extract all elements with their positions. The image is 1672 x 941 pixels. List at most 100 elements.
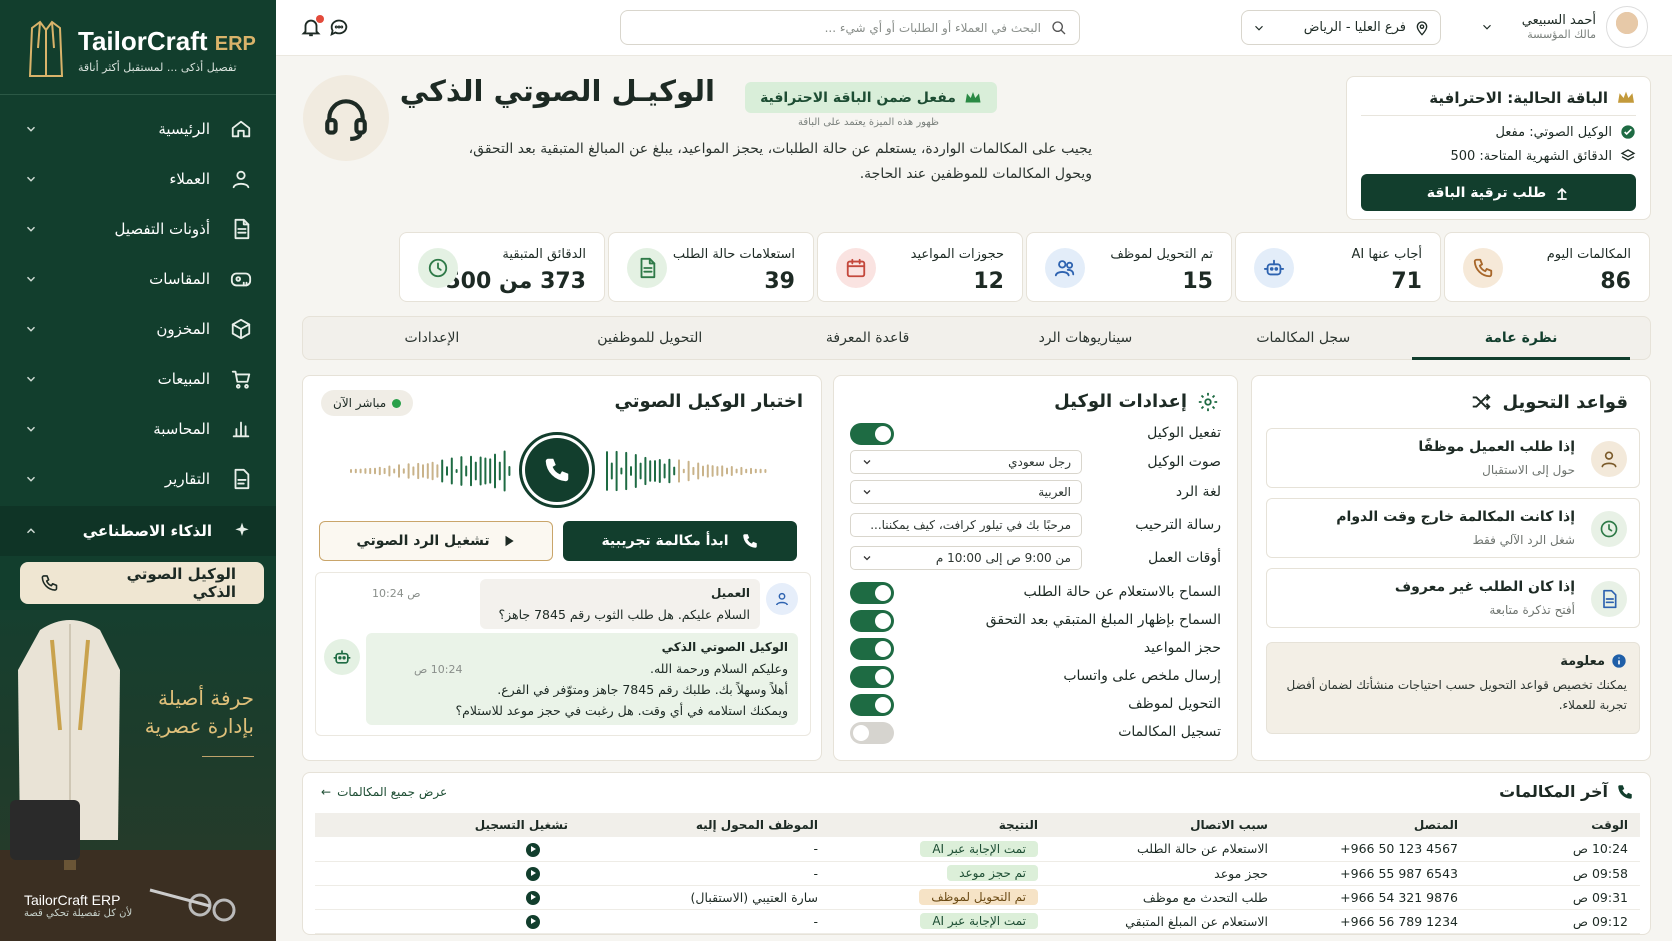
language-select[interactable]: العربية (850, 480, 1082, 504)
waveform-bar (431, 461, 434, 481)
setting-toggle[interactable] (850, 722, 894, 744)
calendar-icon (846, 258, 866, 278)
transfer-rule-card[interactable]: إذا كانت المكالمة خارج وقت الدوام شغل ال… (1266, 498, 1640, 558)
sidebar-item[interactable]: التقارير (0, 454, 276, 504)
staff-cell: - (580, 861, 830, 886)
sidebar-item[interactable]: الرئيسية (0, 104, 276, 154)
sidebar-item[interactable]: المبيعات (0, 354, 276, 404)
search-input[interactable]: البحث في العملاء أو الطلبات أو أي شيء ..… (620, 10, 1080, 45)
transfer-rule-card[interactable]: إذا طلب العميل موظفًا حول إلى الاستقبال (1266, 428, 1640, 488)
table-row[interactable]: 09:31 ص +966 54 321 9876 طلب التحدث مع م… (315, 885, 1640, 910)
live-indicator: مباشر الآن (321, 390, 414, 416)
person-icon (1601, 451, 1617, 468)
welcome-input[interactable]: مرحبًا بك في تيلور كرافت، كيف يمكننا... (850, 513, 1082, 537)
sidebar-item[interactable]: العملاء (0, 154, 276, 204)
play-recording-icon[interactable] (526, 842, 540, 857)
setting-toggle-label: السماح بالاستعلام عن حالة الطلب (1023, 584, 1221, 600)
recording-cell (315, 861, 580, 886)
kpi-value: 15 (1182, 269, 1213, 294)
setting-toggle[interactable] (850, 638, 894, 660)
chevron-down-icon[interactable] (1480, 20, 1494, 34)
sidebar-item[interactable]: أذونات التفصيل (0, 204, 276, 254)
play-recording-icon[interactable] (526, 890, 540, 905)
sidebar-item[interactable]: المحاسبة (0, 404, 276, 454)
shuffle-icon (1473, 394, 1491, 410)
chevron-down-icon (26, 326, 36, 332)
tab[interactable]: سجل المكالمات (1194, 316, 1412, 360)
waveform-bar (639, 462, 642, 480)
waveform-bar (402, 468, 405, 474)
sidebar-item-ai[interactable]: الذكاء الاصطناعي (0, 506, 276, 556)
table-row[interactable]: 09:12 ص +966 56 789 1234 الاستعلام عن ال… (315, 909, 1640, 934)
kpi-icon-badge (1463, 248, 1503, 288)
waveform-bar (388, 465, 391, 477)
branch-select[interactable]: فرع العليا - الرياض (1241, 10, 1441, 45)
chat-transcript: العميل السلام عليكم. هل طلب الثوب رقم 78… (315, 572, 811, 736)
kpi-card: الدقائق المتبقية 373 من 500 (399, 232, 605, 302)
setting-toggle[interactable] (850, 694, 894, 716)
sidebar-subitem-voice-agent[interactable]: الوكيل الصوتي الذكي (20, 562, 264, 604)
setting-toggle[interactable] (850, 666, 894, 688)
setting-toggle-row: تسجيل المكالمات (850, 720, 1221, 746)
chevron-down-icon (26, 176, 36, 182)
transfer-rule-card[interactable]: إذا كان الطلب غير معروف أفتح تذكرة متابع… (1266, 568, 1640, 628)
rule-title: إذا كانت المكالمة خارج وقت الدوام (1336, 509, 1575, 525)
description-line-1: يجيب على المكالمات الواردة، يستعلم عن حا… (468, 141, 1092, 157)
enable-agent-toggle[interactable] (850, 423, 894, 445)
waveform-bar (706, 464, 709, 478)
avatar[interactable] (1606, 6, 1648, 48)
table-row[interactable]: 10:24 ص +966 50 123 4567 الاستعلام عن حا… (315, 837, 1640, 862)
play-recording-icon[interactable] (526, 914, 540, 929)
tab[interactable]: نظرة عامة (1412, 316, 1630, 360)
plan-minutes: الدقائق الشهرية المتاحة: 500 (1450, 148, 1612, 164)
sidebar-item[interactable]: المخزون (0, 304, 276, 354)
chat-icon[interactable] (328, 16, 350, 38)
play-response-label: تشغيل الرد الصوتي (356, 533, 490, 549)
sidebar-item-label: الذكاء الاصطناعي (82, 522, 212, 540)
document-icon (640, 257, 656, 279)
waveform-bar (374, 467, 376, 475)
play-response-button[interactable]: تشغيل الرد الصوتي (319, 521, 553, 561)
caller-cell: +966 55 987 6543 (1280, 861, 1470, 886)
play-recording-icon[interactable] (526, 866, 540, 881)
waveform-bar (668, 458, 671, 484)
start-test-call-button[interactable]: ابدأ مكالمة تجريبية (563, 521, 797, 561)
call-button[interactable] (519, 432, 595, 508)
sidebar-item-label: العملاء (169, 170, 210, 188)
search-icon (1052, 20, 1066, 34)
waveform-bar (658, 458, 661, 484)
waveform-bar (663, 463, 666, 479)
kpi-label: حجوزات المواعيد (910, 247, 1004, 262)
upgrade-plan-button[interactable]: طلب ترقية الباقة (1361, 174, 1636, 211)
tab[interactable]: سيناريوهات الرد (977, 316, 1195, 360)
hours-select[interactable]: من 9:00 ص إلى 10:00 م (850, 546, 1082, 570)
user-menu[interactable]: أحمد السبيعي مالك المؤسسة (1480, 6, 1648, 48)
play-icon (505, 535, 514, 547)
result-cell: تمت الإجابة عبر AI (830, 909, 1050, 934)
recording-cell (315, 837, 580, 862)
waveform-bar (378, 466, 381, 476)
waveform-bar (721, 465, 724, 477)
kpi-value: 71 (1391, 269, 1422, 294)
voice-label: صوت الوكيل (1147, 454, 1221, 470)
setting-toggle[interactable] (850, 582, 894, 604)
tab[interactable]: قاعدة المعرفة (759, 316, 977, 360)
kpi-card: أجاب عنها AI 71 (1235, 232, 1441, 302)
table-row[interactable]: 09:58 ص +966 55 987 6543 حجز موعد تم حجز… (315, 861, 1640, 886)
search-placeholder: البحث في العملاء أو الطلبات أو أي شيء ..… (824, 20, 1041, 35)
sidebar-item[interactable]: المقاسات (0, 254, 276, 304)
voice-select[interactable]: رجل سعودي (850, 450, 1082, 474)
brand-logo[interactable]: TailorCraft ERP تفصيل أذكى ... لمستقبل أ… (26, 18, 256, 82)
tab[interactable]: التحويل للموظفين (541, 316, 759, 360)
tab[interactable]: الإعدادات (323, 316, 541, 360)
waveform-bar (606, 451, 608, 491)
waveform-bar (615, 450, 618, 492)
chevron-down-icon (863, 490, 871, 495)
view-all-calls-link[interactable]: عرض جميع المكالمات ← (321, 785, 447, 799)
customer-name: العميل (710, 586, 750, 600)
waveform-bar (716, 466, 719, 476)
brand-suffix: ERP (214, 33, 256, 55)
setting-toggle[interactable] (850, 610, 894, 632)
waveform-bar (503, 450, 506, 492)
recording-cell (315, 885, 580, 910)
